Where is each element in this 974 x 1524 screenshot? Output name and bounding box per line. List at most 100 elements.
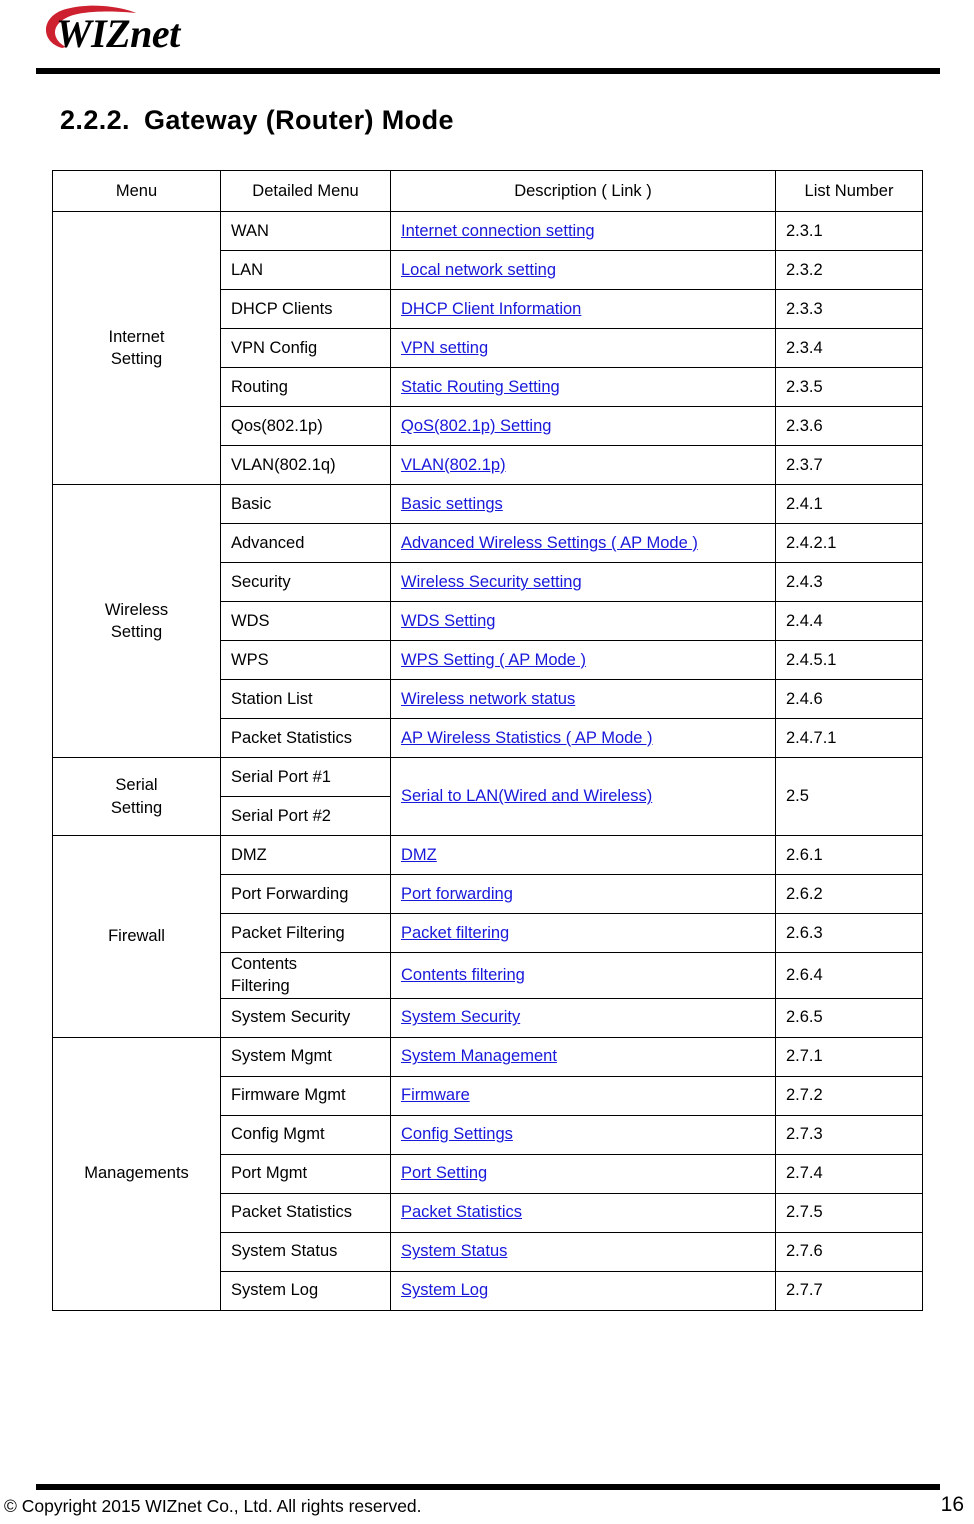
description-cell: Config Settings	[390, 1114, 776, 1155]
detailed-menu-cell: DMZ	[220, 835, 391, 875]
detailed-menu-cell: Serial Port #1	[220, 757, 391, 797]
list-number-cell: 2.7.3	[775, 1114, 923, 1155]
description-cell: AP Wireless Statistics ( AP Mode )	[390, 718, 776, 758]
description-cell: Advanced Wireless Settings ( AP Mode )	[390, 523, 776, 563]
section-number: 2.2.2.	[60, 105, 130, 135]
description-link[interactable]: Config Settings	[401, 1125, 513, 1143]
table-row: Wireless Setting Basic Basic settings 2.4.1	[52, 484, 923, 758]
table-header-row: Menu Detailed Menu Description ( Link ) …	[52, 170, 923, 212]
description-link[interactable]: System Security	[401, 1008, 520, 1026]
list-number-cell: 2.5	[775, 757, 923, 836]
list-number-cell: 2.6.1	[775, 835, 923, 875]
table-row: Firewall DMZ DMZ 2.6.1	[52, 835, 923, 1038]
section-title-text: Gateway (Router) Mode	[143, 105, 454, 135]
description-link[interactable]: WPS Setting ( AP Mode )	[401, 651, 586, 669]
description-cell: System Status	[390, 1231, 776, 1272]
description-link[interactable]: VLAN(802.1p)	[401, 456, 506, 474]
list-number-cell: 2.4.5.1	[775, 640, 923, 680]
description-link[interactable]: System Management	[401, 1047, 557, 1065]
description-cell: VPN setting	[390, 328, 776, 368]
logo-text: WIZnet	[56, 11, 180, 56]
description-link[interactable]: Firmware	[401, 1086, 470, 1104]
list-number-cell: 2.3.4	[775, 328, 923, 368]
menu-group-cell: Wireless Setting	[52, 484, 221, 758]
list-number-cell: 2.7.2	[775, 1075, 923, 1116]
list-number-cell: 2.4.1	[775, 484, 923, 524]
description-cell: System Management	[390, 1036, 776, 1077]
list-number-cell: 2.7.7	[775, 1270, 923, 1311]
description-cell: Contents filtering	[390, 952, 776, 999]
description-link[interactable]: Packet Statistics	[401, 1203, 522, 1221]
description-cell: Static Routing Setting	[390, 367, 776, 407]
description-link[interactable]: Advanced Wireless Settings ( AP Mode )	[401, 534, 698, 552]
list-number-cell: 2.3.3	[775, 289, 923, 329]
list-number-cell: 2.7.5	[775, 1192, 923, 1233]
description-cell: VLAN(802.1p)	[390, 445, 776, 485]
detailed-menu-cell: Config Mgmt	[220, 1114, 391, 1155]
description-link[interactable]: Basic settings	[401, 495, 503, 513]
list-number-cell: 2.3.1	[775, 211, 923, 251]
detailed-menu-cell: Packet Filtering	[220, 913, 391, 953]
description-link[interactable]: Port Setting	[401, 1164, 487, 1182]
list-number-cell: 2.6.5	[775, 997, 923, 1038]
description-link[interactable]: DHCP Client Information	[401, 300, 581, 318]
table-row: Internet Setting WAN Internet connection se…	[52, 211, 923, 485]
detailed-menu-cell: DHCP Clients	[220, 289, 391, 329]
detailed-menu-cell: WPS	[220, 640, 391, 680]
detailed-menu-cell: Contents Filtering	[220, 952, 391, 999]
description-link[interactable]: Serial to LAN(Wired and Wireless)	[401, 787, 652, 805]
menu-group-cell: Serial Setting	[52, 757, 221, 836]
description-link[interactable]: DMZ	[401, 846, 437, 864]
menu-group-cell: Firewall	[52, 835, 221, 1038]
description-link[interactable]: WDS Setting	[401, 612, 495, 630]
list-number-cell: 2.4.7.1	[775, 718, 923, 758]
description-link[interactable]: Internet connection setting	[401, 222, 595, 240]
detailed-menu-cell: LAN	[220, 250, 391, 290]
detailed-menu-cell: Serial Port #2	[220, 796, 391, 836]
description-link[interactable]: Static Routing Setting	[401, 378, 560, 396]
description-link[interactable]: VPN setting	[401, 339, 488, 357]
list-number-cell: 2.6.4	[775, 952, 923, 999]
page-header: WIZnet	[0, 0, 974, 90]
description-link[interactable]: Wireless Security setting	[401, 573, 582, 591]
list-number-cell: 2.4.3	[775, 562, 923, 602]
detailed-menu-cell: Routing	[220, 367, 391, 407]
description-cell: System Security	[390, 997, 776, 1038]
table-row: Managements System Mgmt System Management 2…	[52, 1036, 923, 1311]
menu-group-cell: Managements	[52, 1036, 221, 1311]
footer-copyright: © Copyright 2015 WIZnet Co., Ltd. All ri…	[4, 1496, 422, 1516]
description-link[interactable]: Wireless network status	[401, 690, 575, 708]
description-cell: Serial to LAN(Wired and Wireless)	[390, 757, 776, 836]
description-link[interactable]: Packet filtering	[401, 924, 509, 942]
description-link[interactable]: AP Wireless Statistics ( AP Mode )	[401, 729, 653, 747]
detailed-menu-cell: WAN	[220, 211, 391, 251]
description-link[interactable]: QoS(802.1p) Setting	[401, 417, 551, 435]
list-number-cell: 2.6.2	[775, 874, 923, 914]
description-cell: DMZ	[390, 835, 776, 875]
detailed-menu-cell: Port Mgmt	[220, 1153, 391, 1194]
description-cell: Packet filtering	[390, 913, 776, 953]
description-cell: QoS(802.1p) Setting	[390, 406, 776, 446]
description-link[interactable]: System Status	[401, 1242, 507, 1260]
column-header-list-number: List Number	[775, 170, 923, 212]
detailed-menu-cell: Qos(802.1p)	[220, 406, 391, 446]
description-cell: Packet Statistics	[390, 1192, 776, 1233]
menu-group-cell: Internet Setting	[52, 211, 221, 485]
list-number-cell: 2.4.4	[775, 601, 923, 641]
description-link[interactable]: System Log	[401, 1281, 488, 1299]
description-cell: Port Setting	[390, 1153, 776, 1194]
column-header-menu: Menu	[52, 170, 221, 212]
list-number-cell: 2.3.5	[775, 367, 923, 407]
description-link[interactable]: Port forwarding	[401, 885, 513, 903]
description-link[interactable]: Local network setting	[401, 261, 556, 279]
list-number-cell: 2.6.3	[775, 913, 923, 953]
detailed-menu-cell: Basic	[220, 484, 391, 524]
table-row: Serial Setting Serial Port #1 Serial to LAN…	[52, 757, 923, 836]
description-cell: DHCP Client Information	[390, 289, 776, 329]
list-number-cell: 2.7.6	[775, 1231, 923, 1272]
description-cell: Wireless Security setting	[390, 562, 776, 602]
detailed-menu-cell: System Status	[220, 1231, 391, 1272]
detailed-menu-cell: System Mgmt	[220, 1036, 391, 1077]
description-link[interactable]: Contents filtering	[401, 966, 525, 984]
menu-table-container: Menu Detailed Menu Description ( Link ) …	[52, 170, 923, 1311]
